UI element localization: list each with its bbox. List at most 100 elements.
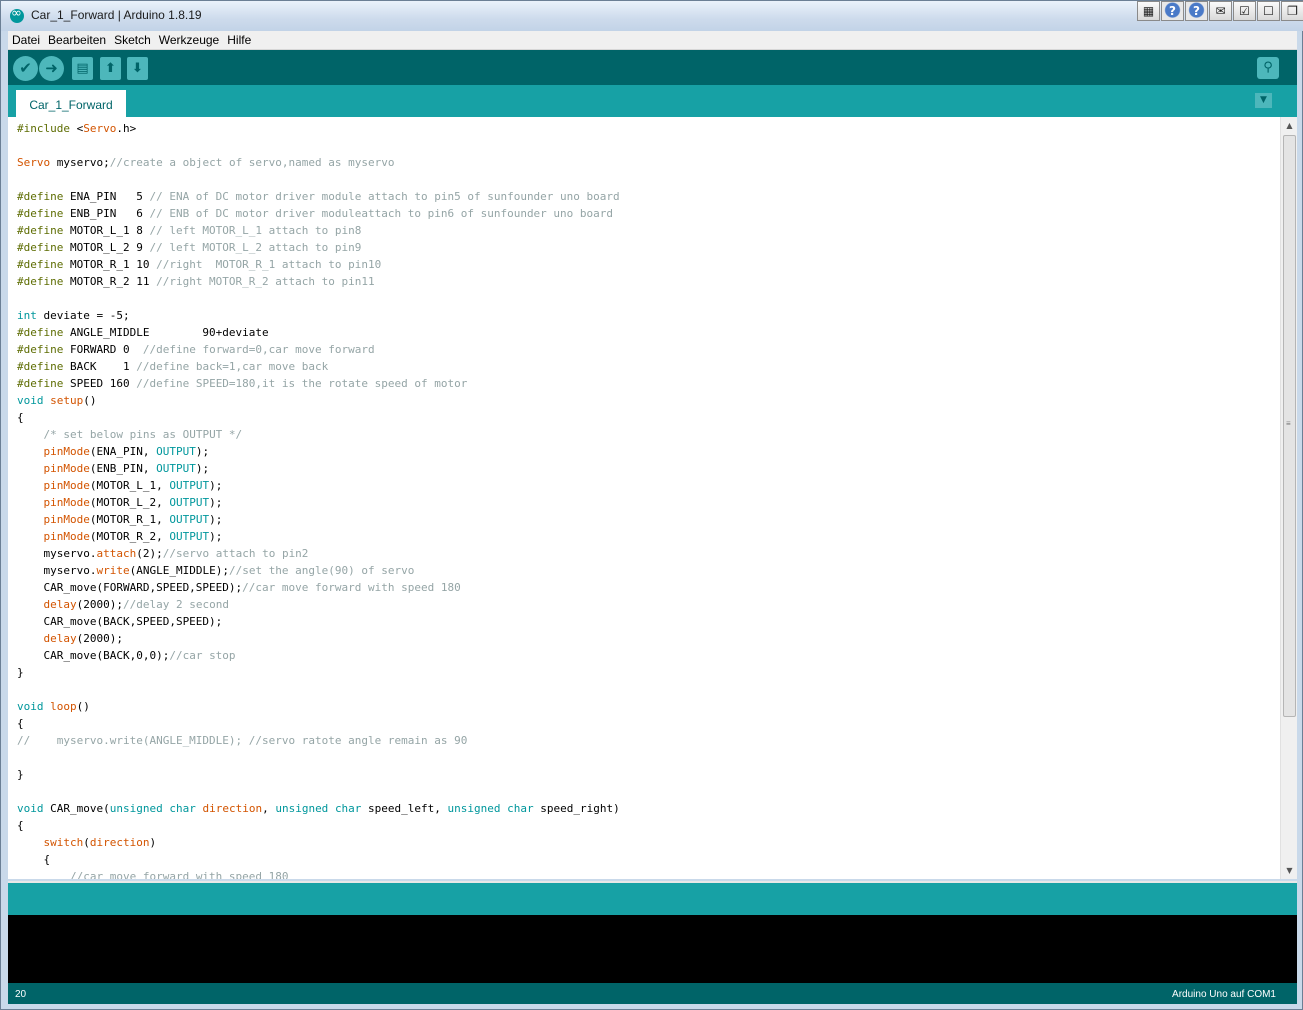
code-line[interactable]: delay(2000);//delay 2 second bbox=[17, 596, 1277, 613]
upload-button[interactable]: ➜ bbox=[39, 56, 64, 81]
code-line[interactable]: int deviate = -5; bbox=[17, 307, 1277, 324]
code-line[interactable]: #define ENA_PIN 5 // ENA of DC motor dri… bbox=[17, 188, 1277, 205]
code-line[interactable] bbox=[17, 681, 1277, 698]
code-token: (ENA_PIN, bbox=[89, 445, 157, 458]
serial-monitor-button[interactable]: ⚲ bbox=[1257, 57, 1279, 79]
console-output[interactable] bbox=[8, 915, 1297, 983]
clipboard-icon[interactable]: ☑ bbox=[1233, 1, 1256, 21]
vertical-scrollbar[interactable]: ▲ ≡ ▼ bbox=[1280, 117, 1297, 879]
scroll-down-arrow-icon[interactable]: ▼ bbox=[1281, 862, 1297, 879]
code-line[interactable] bbox=[17, 137, 1277, 154]
code-token: ENA_PIN 5 bbox=[63, 190, 150, 203]
tab-car-1-forward[interactable]: Car_1_Forward bbox=[16, 90, 126, 117]
code-line[interactable]: pinMode(ENB_PIN, OUTPUT); bbox=[17, 460, 1277, 477]
code-line[interactable]: /* set below pins as OUTPUT */ bbox=[17, 426, 1277, 443]
code-token: pinMode bbox=[43, 479, 90, 492]
code-token: ); bbox=[195, 445, 210, 458]
code-line[interactable]: pinMode(ENA_PIN, OUTPUT); bbox=[17, 443, 1277, 460]
code-line[interactable]: pinMode(MOTOR_L_2, OUTPUT); bbox=[17, 494, 1277, 511]
code-token: //car move forward with speed 180 bbox=[242, 581, 461, 594]
help-alt-icon[interactable]: ? bbox=[1185, 1, 1208, 21]
verify-button[interactable]: ✔ bbox=[13, 56, 38, 81]
scrollbar-thumb[interactable]: ≡ bbox=[1283, 135, 1296, 717]
color-grid-icon[interactable]: ▦ bbox=[1137, 1, 1160, 21]
menu-hilfe[interactable]: Hilfe bbox=[227, 33, 251, 47]
menu-werkzeuge[interactable]: Werkzeuge bbox=[159, 33, 219, 47]
code-line[interactable]: Servo myservo;//create a object of servo… bbox=[17, 154, 1277, 171]
code-token: //right MOTOR_R_1 attach to pin10 bbox=[156, 258, 382, 271]
code-token: //delay 2 second bbox=[122, 598, 229, 611]
help-icon[interactable]: ? bbox=[1161, 1, 1184, 21]
code-line[interactable]: #define MOTOR_L_2 9 // left MOTOR_L_2 at… bbox=[17, 239, 1277, 256]
code-line[interactable]: //car move forward with speed 180 bbox=[17, 868, 1277, 879]
open-sketch-button[interactable]: ⬆ bbox=[100, 57, 121, 80]
scroll-up-arrow-icon[interactable]: ▲ bbox=[1281, 117, 1297, 134]
code-token: // left MOTOR_L_1 attach to pin8 bbox=[149, 224, 362, 237]
code-token: (2000); bbox=[76, 598, 123, 611]
code-line[interactable]: #include <Servo.h> bbox=[17, 120, 1277, 137]
code-token: myservo. bbox=[17, 547, 97, 560]
code-line[interactable]: CAR_move(BACK,0,0);//car stop bbox=[17, 647, 1277, 664]
code-line[interactable]: CAR_move(BACK,SPEED,SPEED); bbox=[17, 613, 1277, 630]
menu-datei[interactable]: Datei bbox=[12, 33, 40, 47]
code-token: pinMode bbox=[43, 530, 90, 543]
code-line[interactable]: #define BACK 1 //define back=1,car move … bbox=[17, 358, 1277, 375]
code-line[interactable] bbox=[17, 749, 1277, 766]
code-line[interactable]: #define ANGLE_MIDDLE 90+deviate bbox=[17, 324, 1277, 341]
code-line[interactable]: void loop() bbox=[17, 698, 1277, 715]
code-line[interactable]: myservo.attach(2);//servo attach to pin2 bbox=[17, 545, 1277, 562]
code-line[interactable]: { bbox=[17, 409, 1277, 426]
menu-bar: Datei Bearbeiten Sketch Werkzeuge Hilfe bbox=[8, 31, 1297, 50]
code-token: .h> bbox=[116, 122, 137, 135]
code-line[interactable]: pinMode(MOTOR_R_1, OUTPUT); bbox=[17, 511, 1277, 528]
code-line[interactable]: switch(direction) bbox=[17, 834, 1277, 851]
code-line[interactable]: } bbox=[17, 766, 1277, 783]
code-token: #define bbox=[17, 360, 64, 373]
code-line[interactable]: #define MOTOR_R_1 10 //right MOTOR_R_1 a… bbox=[17, 256, 1277, 273]
code-line[interactable]: #define FORWARD 0 //define forward=0,car… bbox=[17, 341, 1277, 358]
code-token: ); bbox=[209, 496, 223, 509]
code-line[interactable]: pinMode(MOTOR_L_1, OUTPUT); bbox=[17, 477, 1277, 494]
arrow-up-icon: ⬆ bbox=[105, 61, 116, 76]
code-line[interactable]: myservo.write(ANGLE_MIDDLE);//set the an… bbox=[17, 562, 1277, 579]
code-line[interactable]: delay(2000); bbox=[17, 630, 1277, 647]
code-line[interactable]: #define ENB_PIN 6 // ENB of DC motor dri… bbox=[17, 205, 1277, 222]
code-line[interactable] bbox=[17, 783, 1277, 800]
code-line[interactable]: { bbox=[17, 851, 1277, 868]
code-line[interactable] bbox=[17, 171, 1277, 188]
code-line[interactable]: { bbox=[17, 715, 1277, 732]
code-line[interactable]: { bbox=[17, 817, 1277, 834]
window-icon[interactable]: ☐ bbox=[1257, 1, 1280, 21]
board-info[interactable]: Arduino Uno auf COM1 bbox=[1172, 989, 1276, 1000]
code-token: unsigned bbox=[109, 802, 163, 815]
code-token: speed_left, bbox=[361, 802, 448, 815]
save-sketch-button[interactable]: ⬇ bbox=[127, 57, 148, 80]
windows-stack-icon[interactable]: ❐ bbox=[1281, 1, 1303, 21]
code-token: //right MOTOR_R_2 attach to pin11 bbox=[156, 275, 375, 288]
code-line[interactable]: void CAR_move(unsigned char direction, u… bbox=[17, 800, 1277, 817]
arrow-right-icon: ➜ bbox=[45, 59, 58, 77]
new-sketch-button[interactable]: ▤ bbox=[72, 57, 93, 80]
code-text[interactable]: #include <Servo.h> Servo myservo;//create… bbox=[17, 120, 1277, 879]
code-line[interactable]: #define MOTOR_R_2 11 //right MOTOR_R_2 a… bbox=[17, 273, 1277, 290]
code-token: // ENB of DC motor driver moduleattach t… bbox=[149, 207, 614, 220]
title-bar[interactable]: Car_1_Forward | Arduino 1.8.19 ▦ ? ? ✉ ☑… bbox=[1, 1, 1303, 31]
code-line[interactable]: } bbox=[17, 664, 1277, 681]
code-token: #define bbox=[17, 190, 64, 203]
code-line[interactable]: void setup() bbox=[17, 392, 1277, 409]
code-line[interactable]: CAR_move(FORWARD,SPEED,SPEED);//car move… bbox=[17, 579, 1277, 596]
code-line[interactable]: #define MOTOR_L_1 8 // left MOTOR_L_1 at… bbox=[17, 222, 1277, 239]
code-line[interactable] bbox=[17, 290, 1277, 307]
menu-sketch[interactable]: Sketch bbox=[114, 33, 151, 47]
code-line[interactable]: #define SPEED 160 //define SPEED=180,it … bbox=[17, 375, 1277, 392]
menu-bearbeiten[interactable]: Bearbeiten bbox=[48, 33, 106, 47]
code-editor[interactable]: #include <Servo.h> Servo myservo;//create… bbox=[8, 117, 1297, 879]
tab-menu-button[interactable]: ▼ bbox=[1255, 93, 1272, 108]
mail-icon[interactable]: ✉ bbox=[1209, 1, 1232, 21]
code-line[interactable]: // myservo.write(ANGLE_MIDDLE); //servo … bbox=[17, 732, 1277, 749]
code-line[interactable]: pinMode(MOTOR_R_2, OUTPUT); bbox=[17, 528, 1277, 545]
